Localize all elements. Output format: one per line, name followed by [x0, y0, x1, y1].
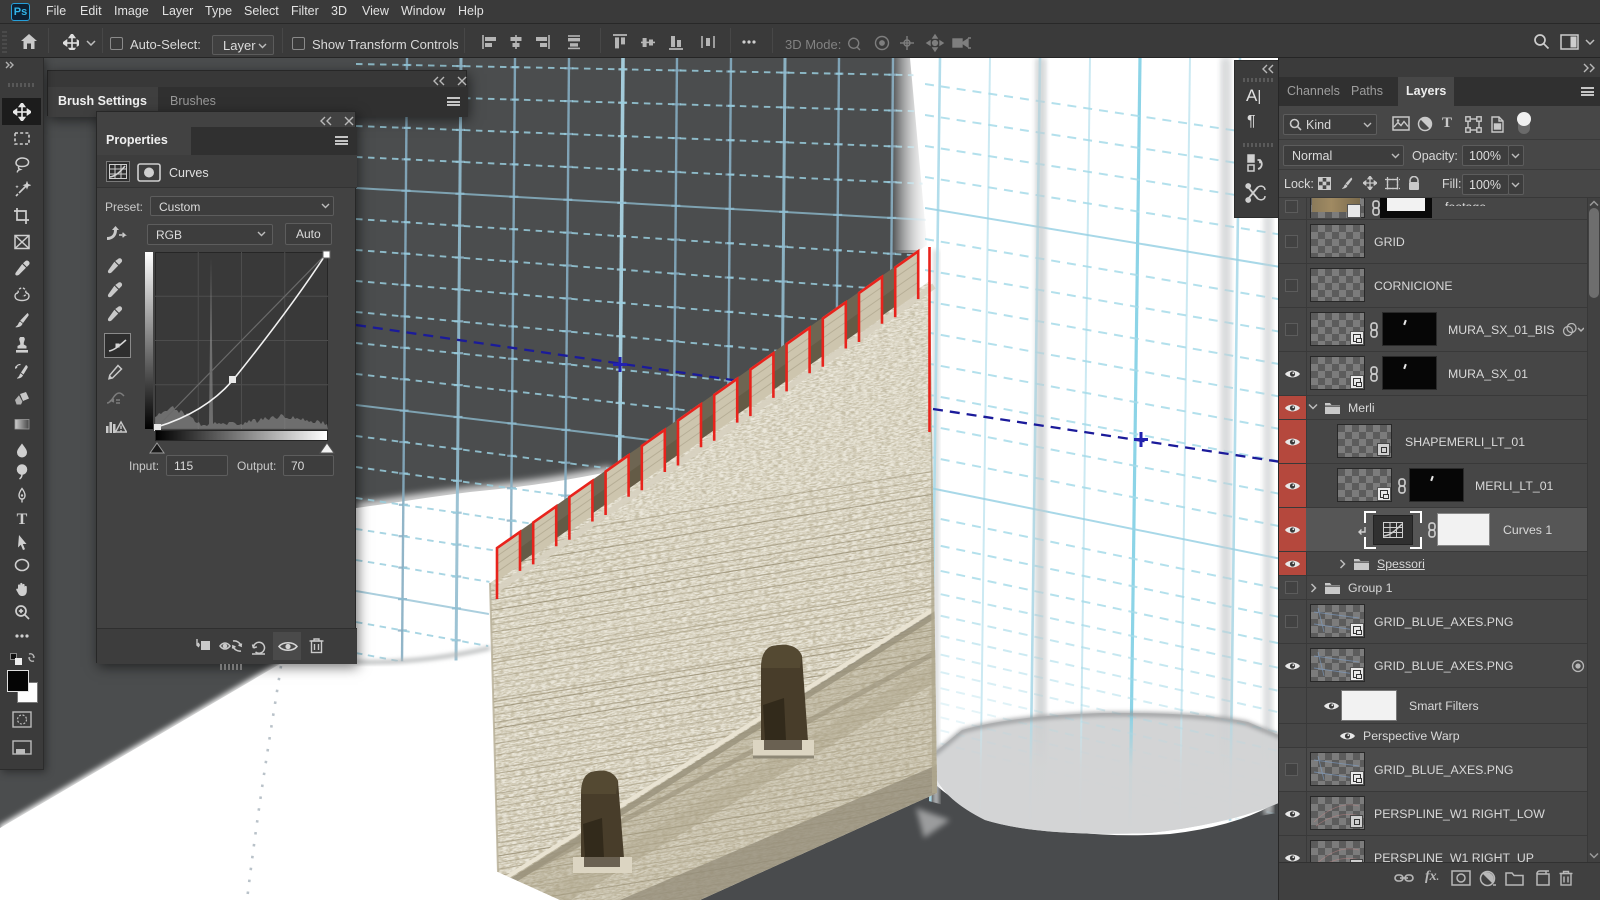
svg-text:T: T	[17, 511, 28, 527]
